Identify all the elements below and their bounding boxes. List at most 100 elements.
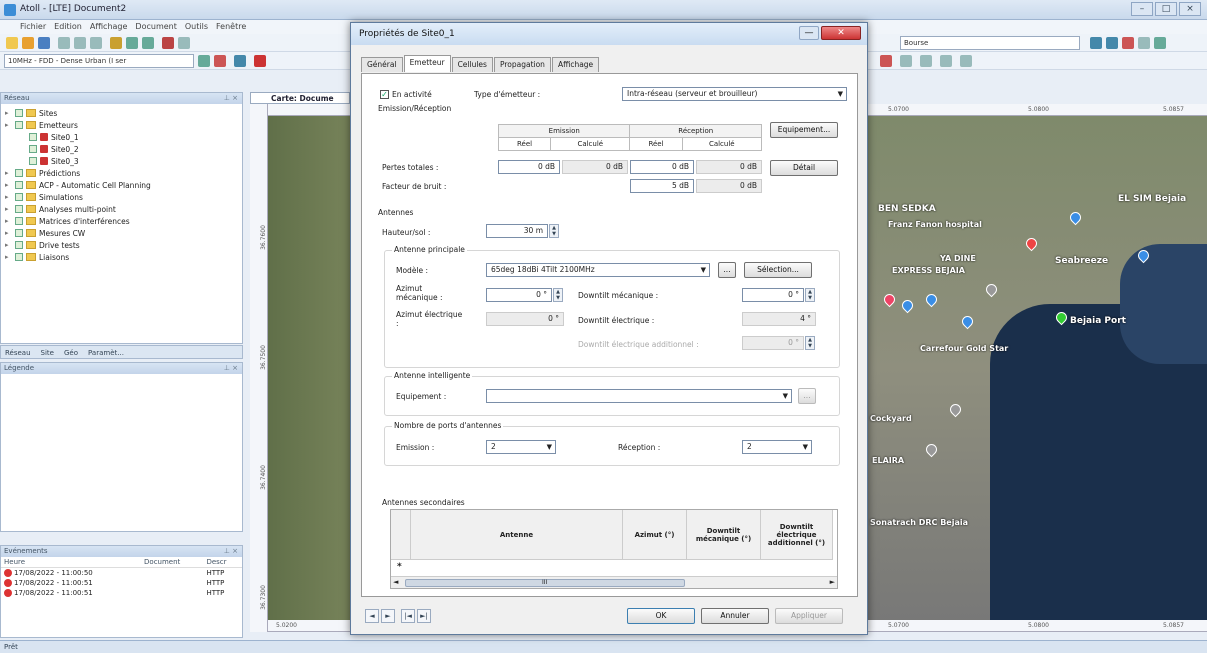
- expand-icon[interactable]: ▸: [5, 109, 12, 117]
- detail-button[interactable]: Détail: [770, 160, 838, 176]
- tab-cellules[interactable]: Cellules: [451, 57, 493, 72]
- tree-item[interactable]: ▸ ACP - Automatic Cell Planning: [5, 179, 238, 191]
- scroll-right-icon[interactable]: ►: [830, 578, 835, 586]
- tree-item[interactable]: ▸ Matrices d'interférences: [5, 215, 238, 227]
- table-row[interactable]: 17/08/2022 - 11:00:50 HTTP: [1, 568, 242, 579]
- visibility-checkbox[interactable]: [15, 205, 23, 213]
- col-antenne[interactable]: Antenne: [411, 510, 623, 560]
- reception-ports-select[interactable]: 2 ▼: [742, 440, 812, 454]
- nav-prev-button[interactable]: ◄: [365, 609, 379, 623]
- expand-icon[interactable]: ▸: [5, 217, 12, 225]
- tab-reseau[interactable]: Réseau: [5, 346, 31, 358]
- open-icon[interactable]: [22, 37, 34, 49]
- equipement-button[interactable]: Equipement...: [770, 122, 838, 138]
- line-icon[interactable]: [960, 55, 972, 67]
- type-emetteur-select[interactable]: Intra-réseau (serveur et brouilleur) ▼: [622, 87, 847, 101]
- delete-icon[interactable]: [162, 37, 174, 49]
- visibility-checkbox[interactable]: [15, 193, 23, 201]
- expand-icon[interactable]: ▸: [5, 229, 12, 237]
- pencil-icon[interactable]: [1138, 37, 1150, 49]
- downtilt-mecanique-input[interactable]: 0 °: [742, 288, 804, 302]
- equipement-browse-button[interactable]: ...: [798, 388, 816, 404]
- menu-fichier[interactable]: Fichier: [20, 20, 46, 34]
- map-document-tab[interactable]: Carte: Docume: [250, 92, 350, 104]
- visibility-checkbox[interactable]: [15, 169, 23, 177]
- pin-icon[interactable]: ⊥ ×: [224, 363, 238, 374]
- tree-item[interactable]: Site0_2: [5, 143, 238, 155]
- tree-item[interactable]: ▸ Emetteurs: [5, 119, 238, 131]
- transmitter-icon[interactable]: [198, 55, 210, 67]
- import-icon[interactable]: [110, 37, 122, 49]
- modele-select[interactable]: 65deg 18dBi 4Tilt 2100MHz ▼: [486, 263, 710, 277]
- calculate-icon[interactable]: [126, 37, 138, 49]
- new-icon[interactable]: [6, 37, 18, 49]
- visibility-checkbox[interactable]: [15, 217, 23, 225]
- tab-propagation[interactable]: Propagation: [493, 57, 551, 72]
- menu-document[interactable]: Document: [135, 20, 176, 34]
- tab-emetteur[interactable]: Emetteur: [403, 55, 451, 72]
- apply-button[interactable]: Appliquer: [775, 608, 843, 624]
- select-icon[interactable]: [900, 55, 912, 67]
- tree-item[interactable]: ▸ Prédictions: [5, 167, 238, 179]
- run-icon[interactable]: [142, 37, 154, 49]
- col-descr[interactable]: Descr: [203, 557, 242, 568]
- pan-icon[interactable]: [920, 55, 932, 67]
- visibility-checkbox[interactable]: [29, 133, 37, 141]
- minimize-icon[interactable]: –: [1131, 2, 1153, 16]
- col-downtilt-additionnel[interactable]: Downtilt électrique additionnel (°): [761, 510, 833, 560]
- scroll-left-icon[interactable]: ◄: [393, 578, 398, 586]
- table-row[interactable]: 17/08/2022 - 11:00:51 HTTP: [1, 588, 242, 598]
- expand-icon[interactable]: ▸: [5, 181, 12, 189]
- measure-icon[interactable]: [1106, 37, 1118, 49]
- modele-browse-button[interactable]: ...: [718, 262, 736, 278]
- tree-item[interactable]: ▸ Sites: [5, 107, 238, 119]
- tab-affichage[interactable]: Affichage: [551, 57, 600, 72]
- table-row[interactable]: 17/08/2022 - 11:00:51 HTTP: [1, 578, 242, 588]
- visibility-checkbox[interactable]: [15, 181, 23, 189]
- visibility-checkbox[interactable]: [15, 253, 23, 261]
- downtilt-spinner[interactable]: ▲ ▼: [805, 288, 815, 302]
- tree-item[interactable]: Site0_1: [5, 131, 238, 143]
- equipement-select[interactable]: ▼: [486, 389, 792, 403]
- en-activite-checkbox[interactable]: ✓: [380, 90, 389, 99]
- tab-site[interactable]: Site: [41, 346, 54, 358]
- dialog-close-button[interactable]: ✕: [821, 26, 861, 40]
- tab-parametres[interactable]: Paramèt...: [88, 346, 124, 358]
- antennes-secondaires-table[interactable]: Antenne Azimut (°) Downtilt mécanique (°…: [390, 509, 838, 589]
- expand-icon[interactable]: ▸: [5, 205, 12, 213]
- expand-icon[interactable]: ▸: [5, 193, 12, 201]
- menu-outils[interactable]: Outils: [185, 20, 208, 34]
- hauteur-input[interactable]: 30 m: [486, 224, 548, 238]
- tree-item[interactable]: ▸ Analyses multi-point: [5, 203, 238, 215]
- copy-icon[interactable]: [74, 37, 86, 49]
- tree-item[interactable]: ▸ Drive tests: [5, 239, 238, 251]
- nav-first-button[interactable]: |◄: [401, 609, 415, 623]
- tree-item[interactable]: ▸ Liaisons: [5, 251, 238, 263]
- layer-icon[interactable]: [1154, 37, 1166, 49]
- expand-icon[interactable]: ▸: [5, 121, 12, 129]
- tree-item[interactable]: ▸ Mesures CW: [5, 227, 238, 239]
- pertes-emission-reel-input[interactable]: 0 dB: [498, 160, 560, 174]
- hauteur-spinner[interactable]: ▲ ▼: [549, 224, 559, 238]
- azimut-mecanique-input[interactable]: 0 °: [486, 288, 552, 302]
- visibility-checkbox[interactable]: [29, 157, 37, 165]
- visibility-checkbox[interactable]: [15, 241, 23, 249]
- filter-icon[interactable]: [880, 55, 892, 67]
- expand-icon[interactable]: ▸: [5, 169, 12, 177]
- back-icon[interactable]: [234, 55, 246, 67]
- station-icon[interactable]: [214, 55, 226, 67]
- visibility-checkbox[interactable]: [15, 229, 23, 237]
- horizontal-scrollbar[interactable]: ◄ III ►: [391, 576, 837, 588]
- paste-icon[interactable]: [90, 37, 102, 49]
- search-combo[interactable]: Bourse: [900, 36, 1080, 50]
- zoom-icon[interactable]: [1090, 37, 1102, 49]
- target-icon[interactable]: [254, 55, 266, 67]
- menu-affichage[interactable]: Affichage: [90, 20, 128, 34]
- pin-icon[interactable]: ⊥ ×: [224, 93, 238, 104]
- nav-next-button[interactable]: ►: [381, 609, 395, 623]
- nav-last-button[interactable]: ►|: [417, 609, 431, 623]
- tab-geo[interactable]: Géo: [64, 346, 78, 358]
- pin-icon[interactable]: ⊥ ×: [224, 546, 238, 557]
- ok-button[interactable]: OK: [627, 608, 695, 624]
- col-heure[interactable]: Heure: [1, 557, 142, 568]
